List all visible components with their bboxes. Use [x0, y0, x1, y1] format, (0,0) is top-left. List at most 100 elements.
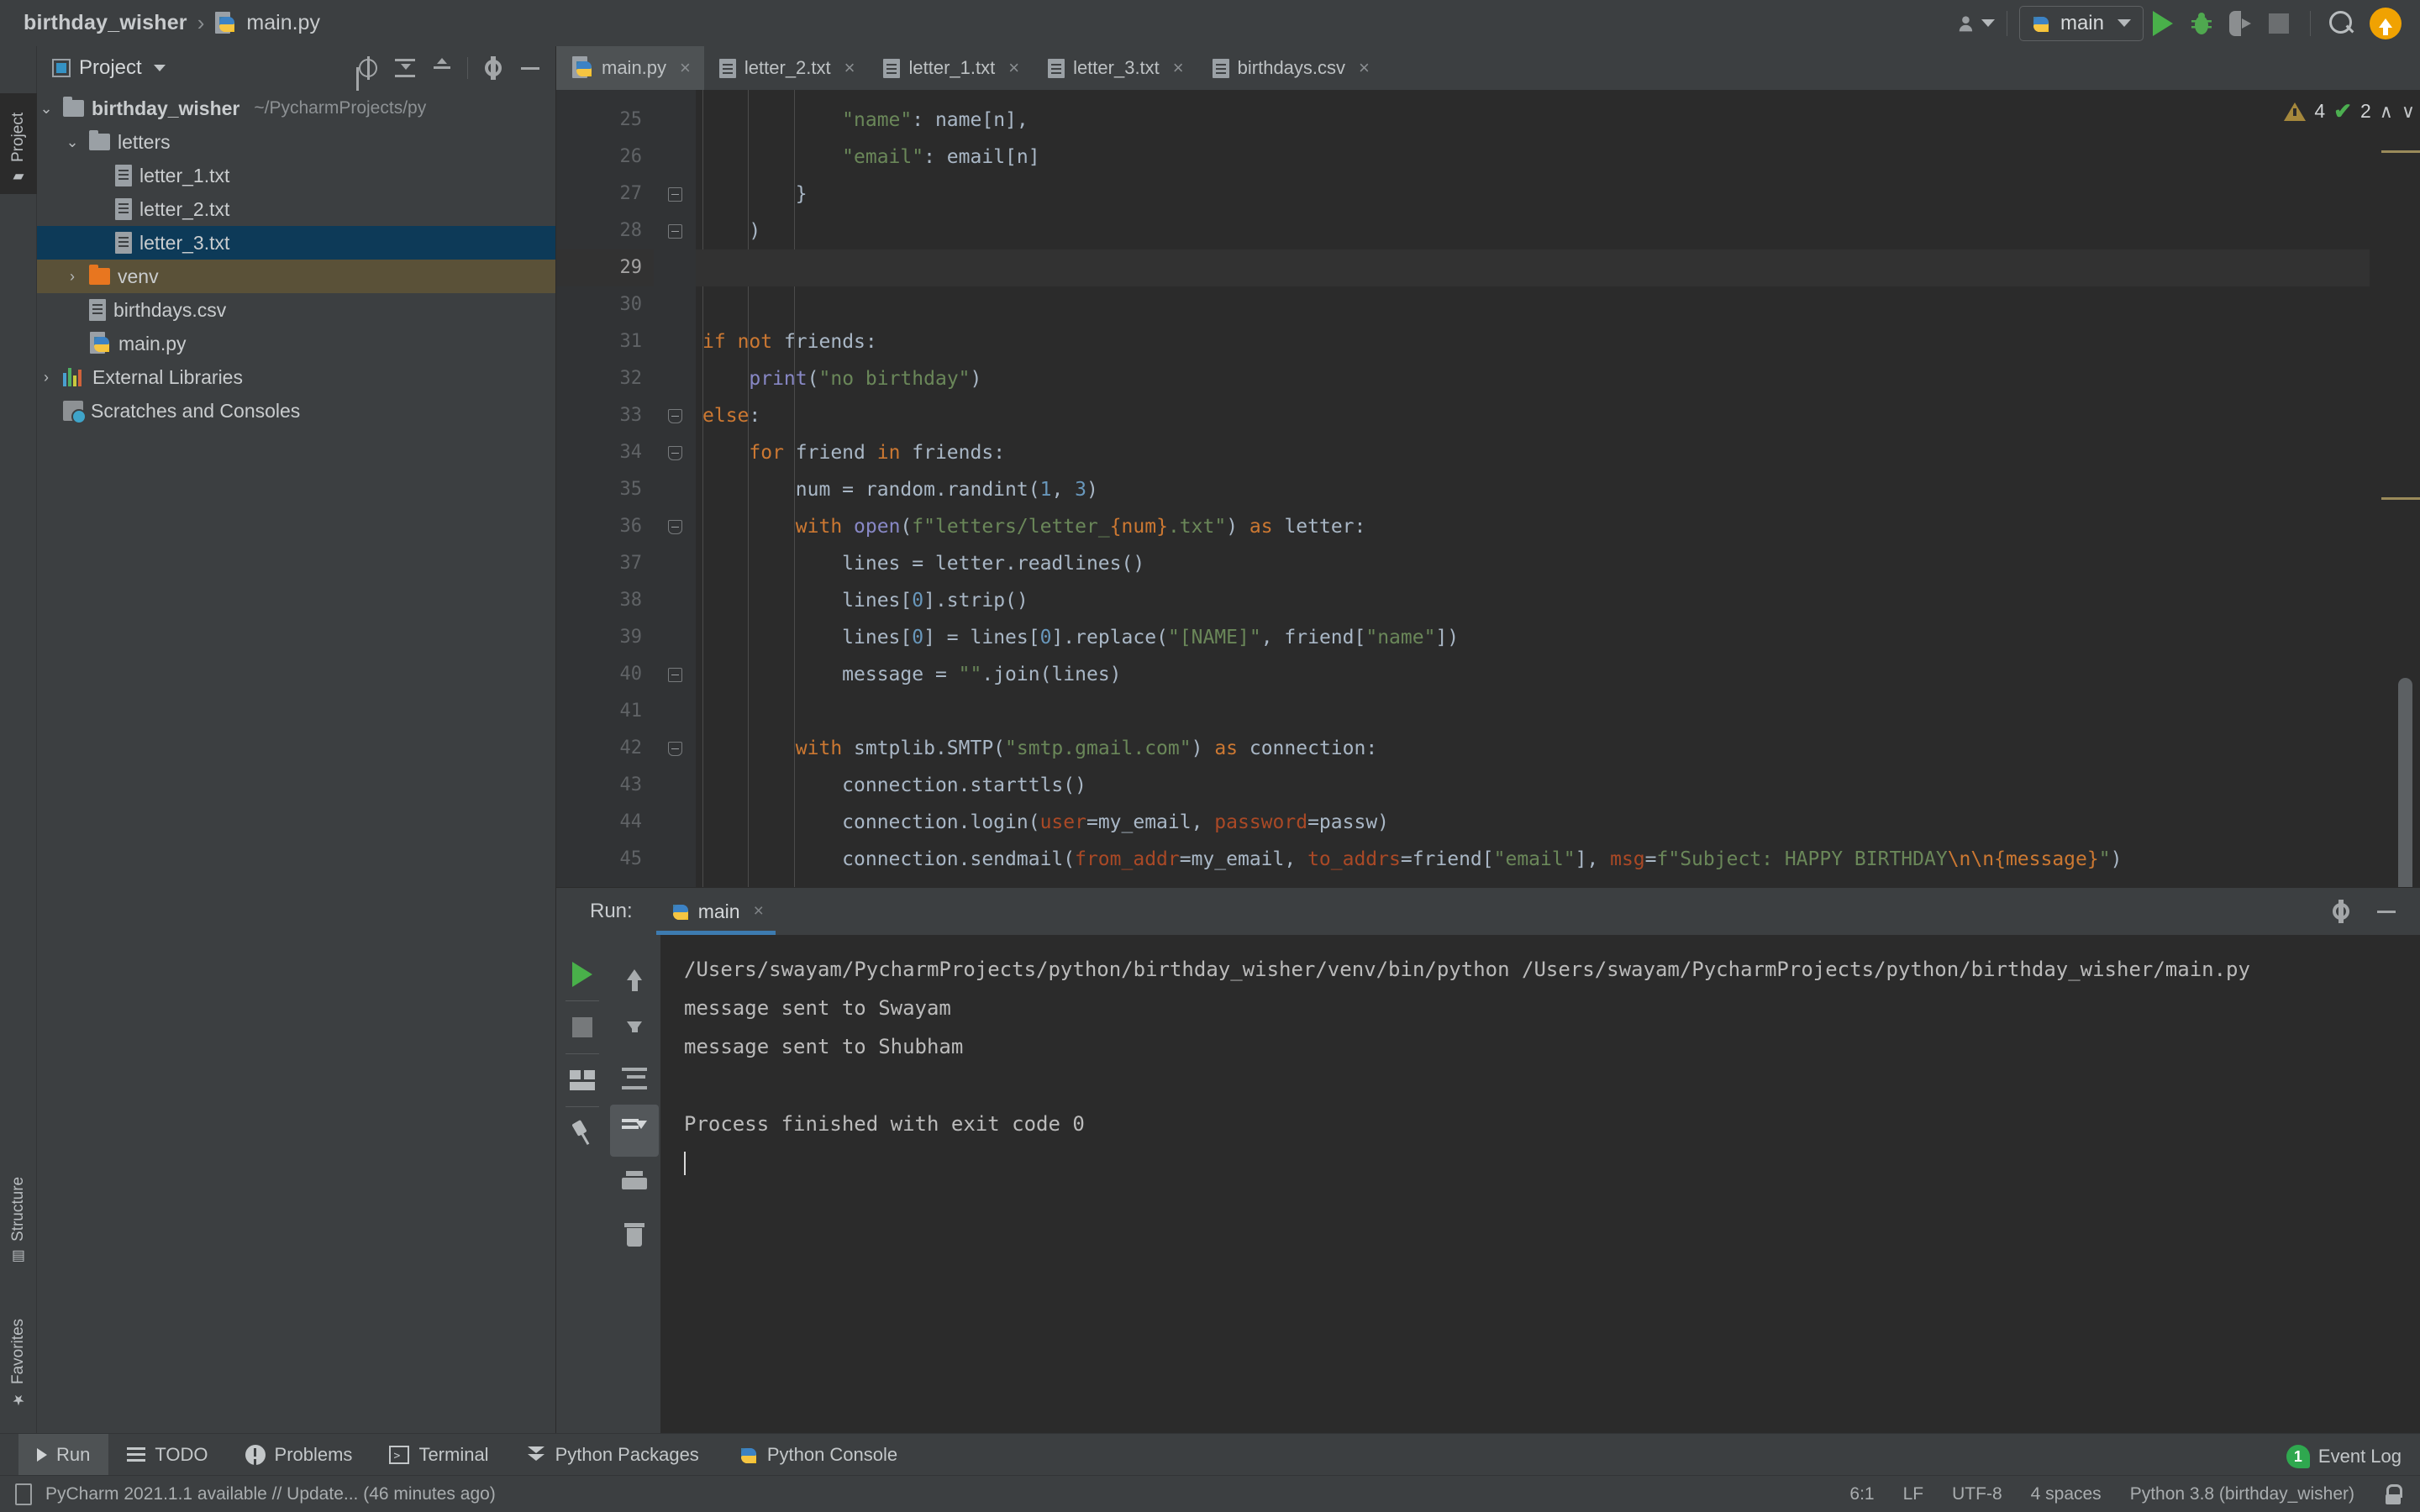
fold-marker[interactable]: [654, 434, 696, 471]
pin-tab-button[interactable]: [556, 1107, 608, 1159]
close-icon[interactable]: ×: [1359, 57, 1370, 79]
gear-icon[interactable]: [2329, 900, 2353, 923]
layout-settings-button[interactable]: [556, 1054, 608, 1106]
select-opened-file-icon[interactable]: [356, 56, 380, 80]
fold-marker[interactable]: [654, 878, 696, 887]
close-icon[interactable]: ×: [1008, 57, 1019, 79]
line-number[interactable]: 40: [556, 656, 654, 693]
line-number[interactable]: 33: [556, 397, 654, 434]
tool-window-todo[interactable]: TODO: [108, 1434, 226, 1475]
tree-item-letter-1-txt[interactable]: letter_1.txt: [37, 159, 555, 192]
file-encoding[interactable]: UTF-8: [1952, 1484, 2002, 1504]
code-line[interactable]: connection.starttls(): [696, 767, 2370, 804]
code-line[interactable]: lines = letter.readlines(): [696, 545, 2370, 582]
fold-marker[interactable]: [654, 397, 696, 434]
run-button[interactable]: [2144, 7, 2182, 40]
collapse-all-icon[interactable]: [430, 56, 454, 80]
line-number[interactable]: 28: [556, 213, 654, 249]
line-number[interactable]: 31: [556, 323, 654, 360]
code-line[interactable]: connection.login(user=my_email, password…: [696, 804, 2370, 841]
line-number[interactable]: 34: [556, 434, 654, 471]
tree-item-venv[interactable]: ›venv: [37, 260, 555, 293]
scroll-to-end-button[interactable]: [610, 1105, 659, 1157]
fold-marker[interactable]: [654, 656, 696, 693]
console-output[interactable]: /Users/swayam/PycharmProjects/python/bir…: [660, 935, 2420, 1433]
code-area[interactable]: "name": name[n], "email": email[n] } )if…: [696, 90, 2370, 887]
fold-marker[interactable]: [654, 213, 696, 249]
close-icon[interactable]: ×: [844, 57, 855, 79]
stop-button[interactable]: [2260, 7, 2298, 40]
line-number[interactable]: 43: [556, 767, 654, 804]
lock-icon[interactable]: [2383, 1484, 2402, 1504]
line-number[interactable]: 39: [556, 619, 654, 656]
tree-item-letter-2-txt[interactable]: letter_2.txt: [37, 192, 555, 226]
code-line[interactable]: }: [696, 176, 2370, 213]
run-with-coverage-button[interactable]: [2221, 7, 2260, 40]
sidebar-tab-structure[interactable]: ▤ Structure: [0, 1147, 37, 1273]
indent-setting[interactable]: 4 spaces: [2031, 1484, 2102, 1504]
editor-tab-letter-1-txt[interactable]: letter_1.txt×: [868, 46, 1033, 90]
line-number[interactable]: 42: [556, 730, 654, 767]
code-line[interactable]: if not friends:: [696, 323, 2370, 360]
editor-tab-letter-3-txt[interactable]: letter_3.txt×: [1033, 46, 1197, 90]
tree-item-birthdays-csv[interactable]: birthdays.csv: [37, 293, 555, 327]
run-tab-main[interactable]: main ×: [656, 888, 776, 935]
fold-marker[interactable]: [654, 176, 696, 213]
tool-window-run[interactable]: Run: [18, 1434, 108, 1475]
line-number[interactable]: 32: [556, 360, 654, 397]
python-interpreter[interactable]: Python 3.8 (birthday_wisher): [2130, 1484, 2354, 1504]
close-icon[interactable]: ×: [754, 901, 764, 921]
line-number[interactable]: 41: [556, 693, 654, 730]
code-line[interactable]: with smtplib.SMTP("smtp.gmail.com") as c…: [696, 730, 2370, 767]
line-number[interactable]: 36: [556, 508, 654, 545]
line-number[interactable]: 26: [556, 139, 654, 176]
fold-marker[interactable]: [654, 730, 696, 767]
code-line[interactable]: for friend in friends:: [696, 434, 2370, 471]
tool-window-terminal[interactable]: Terminal: [371, 1434, 507, 1475]
previous-problem-icon[interactable]: ∧: [2380, 101, 2393, 123]
sidebar-tab-project[interactable]: ▰ Project: [0, 93, 37, 194]
editor-tab-birthdays-csv[interactable]: birthdays.csv×: [1197, 46, 1383, 90]
tool-window-python-packages[interactable]: Python Packages: [508, 1434, 718, 1475]
breadcrumb-file[interactable]: main.py: [246, 11, 320, 35]
code-line[interactable]: with open(f"letters/letter_{num}.txt") a…: [696, 508, 2370, 545]
clear-all-button[interactable]: [610, 1209, 659, 1261]
chevron-down-icon[interactable]: ⌄: [37, 100, 55, 118]
close-icon[interactable]: ×: [680, 57, 691, 79]
status-message[interactable]: PyCharm 2021.1.1 available // Update... …: [45, 1484, 496, 1504]
chevron-down-icon[interactable]: [154, 65, 166, 71]
fold-marker[interactable]: [654, 508, 696, 545]
code-line[interactable]: print("no birthday"): [696, 360, 2370, 397]
code-line[interactable]: lines[0].strip(): [696, 582, 2370, 619]
chevron-right-icon[interactable]: ›: [37, 369, 55, 386]
expand-all-icon[interactable]: [393, 56, 417, 80]
editor-tab-main-py[interactable]: main.py×: [556, 46, 704, 90]
notification-icon[interactable]: [15, 1483, 32, 1505]
update-button[interactable]: [2370, 8, 2402, 39]
user-account-button[interactable]: [1958, 9, 1995, 38]
chevron-right-icon[interactable]: ›: [63, 268, 82, 286]
code-line[interactable]: lines[0] = lines[0].replace("[NAME]", fr…: [696, 619, 2370, 656]
minimize-icon[interactable]: [518, 56, 542, 80]
tree-item-external-libraries[interactable]: ›External Libraries: [37, 360, 555, 394]
inspection-widget[interactable]: 4 ✔ 2 ∧ ∨: [2284, 98, 2415, 124]
search-everywhere-button[interactable]: [2323, 7, 2361, 40]
tree-item-scratches-and-consoles[interactable]: Scratches and Consoles: [37, 394, 555, 428]
tree-item-letters[interactable]: ⌄letters: [37, 125, 555, 159]
tool-window-python-console[interactable]: Python Console: [718, 1434, 916, 1475]
code-line[interactable]: num = random.randint(1, 3): [696, 471, 2370, 508]
tree-item-birthday-wisher[interactable]: ⌄birthday_wisher~/PycharmProjects/py: [37, 92, 555, 125]
print-button[interactable]: [610, 1157, 659, 1209]
gear-icon[interactable]: [481, 56, 505, 80]
tree-item-letter-3-txt[interactable]: letter_3.txt: [37, 226, 555, 260]
line-separator[interactable]: LF: [1903, 1484, 1924, 1504]
run-configuration-selector[interactable]: main: [2019, 6, 2144, 41]
code-line[interactable]: print(f"message sent to {friend['name']}…: [696, 878, 2370, 887]
debug-button[interactable]: [2182, 7, 2221, 40]
event-log-button[interactable]: 1 Event Log: [2286, 1445, 2402, 1468]
editor-scrollbar-thumb[interactable]: [2398, 678, 2412, 887]
code-line[interactable]: message = "".join(lines): [696, 656, 2370, 693]
code-line[interactable]: [696, 286, 2370, 323]
stop-process-button[interactable]: [556, 1001, 608, 1053]
code-line[interactable]: ): [696, 213, 2370, 249]
